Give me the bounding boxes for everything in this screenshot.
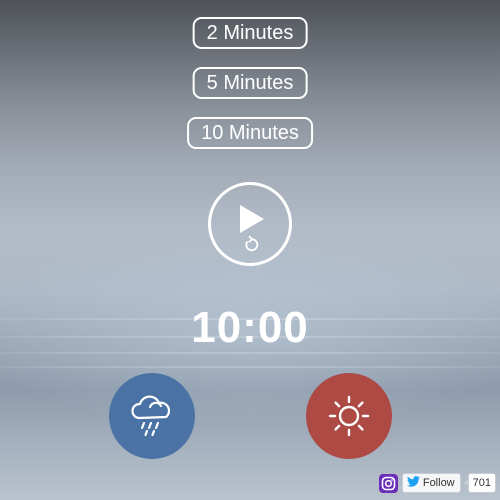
replay-icon [245, 235, 259, 252]
cloud-rain-icon [131, 395, 171, 437]
water-ripple [0, 366, 500, 368]
follow-label: Follow [422, 477, 455, 489]
rain-sound-button[interactable] [109, 373, 195, 459]
follower-count: 701 [463, 473, 496, 493]
sun-icon [328, 395, 370, 437]
duration-10-minutes-button[interactable]: 10 Minutes [187, 117, 313, 149]
instagram-icon[interactable] [378, 473, 398, 493]
play-button[interactable] [208, 182, 292, 266]
twitter-follow-button[interactable]: Follow [401, 473, 461, 493]
timer-display: 10:00 [191, 303, 309, 352]
duration-5-minutes-button[interactable]: 5 Minutes [192, 67, 308, 99]
duration-2-minutes-button[interactable]: 2 Minutes [192, 17, 308, 49]
social-footer: Follow 701 [378, 473, 496, 493]
play-icon [240, 205, 264, 233]
sun-sound-button[interactable] [306, 373, 392, 459]
twitter-bird-icon [406, 476, 420, 490]
